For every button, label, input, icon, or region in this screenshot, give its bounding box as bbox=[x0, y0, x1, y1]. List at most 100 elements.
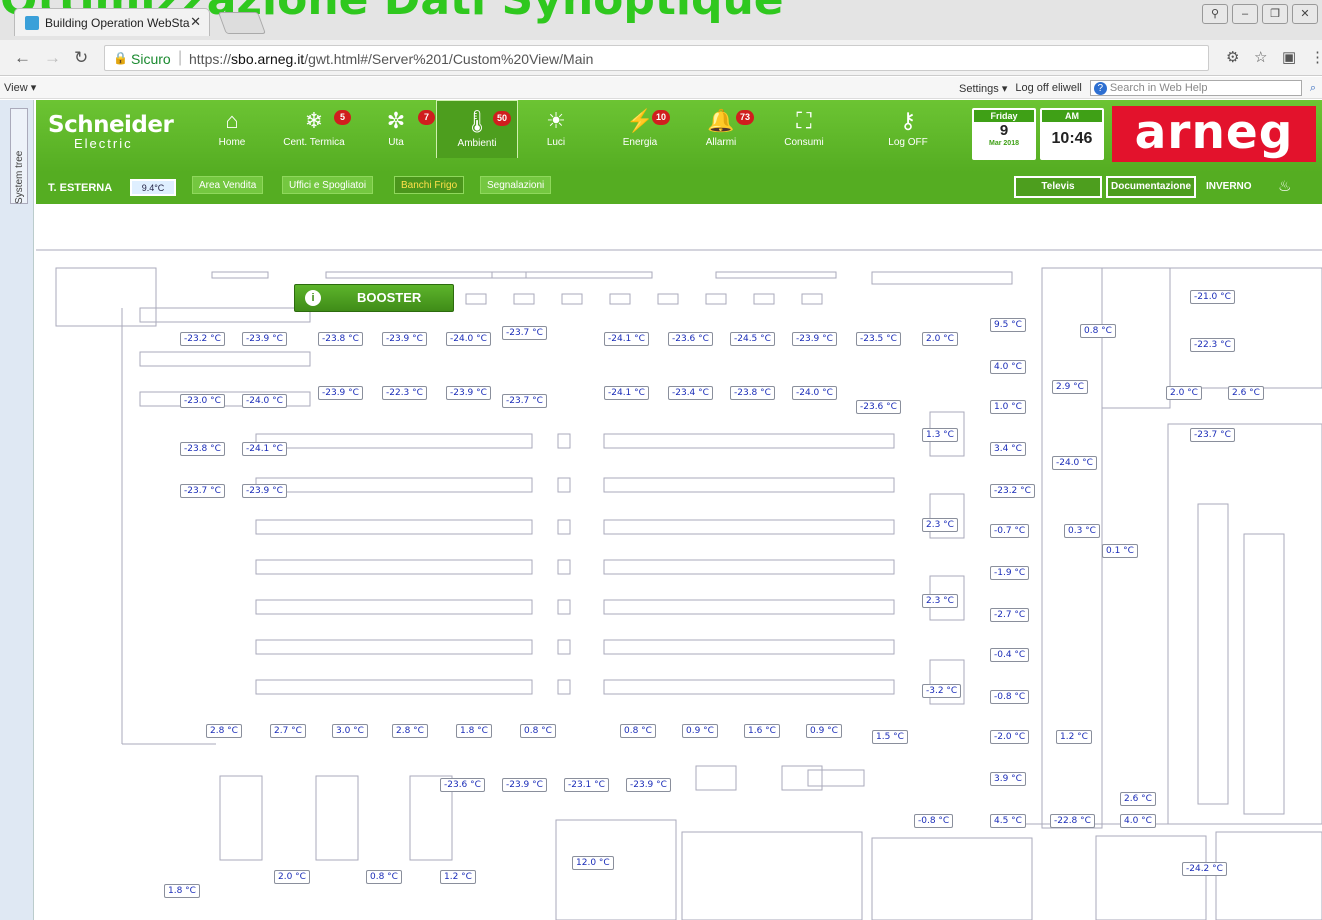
bookmark-star-icon[interactable]: ☆ bbox=[1254, 48, 1267, 66]
temperature-label[interactable]: 2.0 °C bbox=[1166, 386, 1202, 400]
temperature-label[interactable]: 1.2 °C bbox=[440, 870, 476, 884]
temperature-label[interactable]: -23.9 °C bbox=[502, 778, 547, 792]
temperature-label[interactable]: -23.0 °C bbox=[180, 394, 225, 408]
settings-menu[interactable]: Settings ▾ bbox=[959, 82, 1007, 95]
temperature-label[interactable]: -2.7 °C bbox=[990, 608, 1030, 622]
search-icon[interactable]: ⌕ bbox=[1310, 82, 1316, 95]
nav-log-off[interactable]: ⚷ Log OFF bbox=[878, 100, 938, 158]
temperature-label[interactable]: -23.8 °C bbox=[180, 442, 225, 456]
temperature-label[interactable]: -22.8 °C bbox=[1050, 814, 1095, 828]
temperature-label[interactable]: -23.6 °C bbox=[440, 778, 485, 792]
temperature-label[interactable]: -0.8 °C bbox=[914, 814, 954, 828]
logoff-link[interactable]: Log off eliwell bbox=[1015, 82, 1081, 94]
temperature-label[interactable]: 2.6 °C bbox=[1120, 792, 1156, 806]
close-tab-icon[interactable]: ✕ bbox=[190, 14, 201, 30]
temperature-label[interactable]: -23.4 °C bbox=[668, 386, 713, 400]
temperature-label[interactable]: -24.1 °C bbox=[242, 442, 287, 456]
temperature-label[interactable]: 2.3 °C bbox=[922, 518, 958, 532]
nav-cent-termica[interactable]: ❄ Cent. Termica 5 bbox=[274, 100, 354, 158]
temperature-label[interactable]: 2.8 °C bbox=[392, 724, 428, 738]
temperature-label[interactable]: 0.9 °C bbox=[682, 724, 718, 738]
site-info-icon[interactable]: ⚙ bbox=[1226, 48, 1239, 66]
temperature-label[interactable]: 12.0 °C bbox=[572, 856, 614, 870]
temperature-label[interactable]: -2.0 °C bbox=[990, 730, 1030, 744]
tab-segnalazioni[interactable]: Segnalazioni bbox=[480, 176, 552, 194]
temperature-label[interactable]: 3.9 °C bbox=[990, 772, 1026, 786]
close-window-icon[interactable]: ✕ bbox=[1292, 4, 1318, 24]
nav-allarmi[interactable]: 🔔 Allarmi 73 bbox=[696, 100, 755, 158]
temperature-label[interactable]: 4.0 °C bbox=[990, 360, 1026, 374]
nav-energia[interactable]: ⚡ Energia 10 bbox=[612, 100, 671, 158]
temperature-label[interactable]: -23.9 °C bbox=[792, 332, 837, 346]
temperature-label[interactable]: -24.1 °C bbox=[604, 332, 649, 346]
temperature-label[interactable]: -23.8 °C bbox=[318, 332, 363, 346]
nav-uta[interactable]: ✼ Uta 7 bbox=[376, 100, 435, 158]
temperature-label[interactable]: 2.7 °C bbox=[270, 724, 306, 738]
restore-window-icon[interactable]: ❐ bbox=[1262, 4, 1288, 24]
tab-uffici-spogliatoi[interactable]: Uffici e Spogliatoi bbox=[282, 176, 374, 194]
temperature-label[interactable]: -23.7 °C bbox=[502, 394, 547, 408]
temperature-label[interactable]: 1.0 °C bbox=[990, 400, 1026, 414]
temperature-label[interactable]: 0.8 °C bbox=[1080, 324, 1116, 338]
temperature-label[interactable]: 1.6 °C bbox=[744, 724, 780, 738]
temperature-label[interactable]: 1.5 °C bbox=[872, 730, 908, 744]
temperature-label[interactable]: 9.5 °C bbox=[990, 318, 1026, 332]
temperature-label[interactable]: -22.3 °C bbox=[1190, 338, 1235, 352]
temperature-label[interactable]: 1.8 °C bbox=[456, 724, 492, 738]
temperature-label[interactable]: -24.0 °C bbox=[792, 386, 837, 400]
reload-icon[interactable]: ↻ bbox=[74, 48, 88, 68]
temperature-label[interactable]: -23.2 °C bbox=[990, 484, 1035, 498]
temperature-label[interactable]: 0.3 °C bbox=[1064, 524, 1100, 538]
temperature-label[interactable]: -23.1 °C bbox=[564, 778, 609, 792]
temperature-label[interactable]: -24.2 °C bbox=[1182, 862, 1227, 876]
temperature-label[interactable]: 0.8 °C bbox=[620, 724, 656, 738]
temperature-label[interactable]: 0.8 °C bbox=[520, 724, 556, 738]
temperature-label[interactable]: 2.6 °C bbox=[1228, 386, 1264, 400]
temperature-label[interactable]: 1.3 °C bbox=[922, 428, 958, 442]
nav-home[interactable]: ⌂ Home bbox=[212, 100, 252, 158]
temperature-label[interactable]: -24.1 °C bbox=[604, 386, 649, 400]
temperature-label[interactable]: 3.0 °C bbox=[332, 724, 368, 738]
temperature-label[interactable]: 2.0 °C bbox=[274, 870, 310, 884]
temperature-label[interactable]: -23.6 °C bbox=[668, 332, 713, 346]
nav-consumi[interactable]: ⛶ Consumi bbox=[776, 100, 832, 158]
user-profile-icon[interactable]: ⚲ bbox=[1202, 4, 1228, 24]
temperature-label[interactable]: -23.7 °C bbox=[180, 484, 225, 498]
menu-dots-icon[interactable]: ⋮ bbox=[1310, 48, 1322, 66]
temperature-label[interactable]: -3.2 °C bbox=[922, 684, 962, 698]
help-search-input[interactable]: ? Search in Web Help bbox=[1089, 80, 1302, 96]
temperature-label[interactable]: 0.1 °C bbox=[1102, 544, 1138, 558]
tab-banchi-frigo[interactable]: Banchi Frigo bbox=[394, 176, 465, 194]
temperature-label[interactable]: -0.8 °C bbox=[990, 690, 1030, 704]
temperature-label[interactable]: -0.4 °C bbox=[990, 648, 1030, 662]
back-arrow-icon[interactable]: ← bbox=[14, 48, 31, 68]
minimize-window-icon[interactable]: – bbox=[1232, 4, 1258, 24]
temperature-label[interactable]: -23.9 °C bbox=[242, 332, 287, 346]
temperature-label[interactable]: 2.9 °C bbox=[1052, 380, 1088, 394]
temperature-label[interactable]: -0.7 °C bbox=[990, 524, 1030, 538]
temperature-label[interactable]: -23.8 °C bbox=[730, 386, 775, 400]
view-menu[interactable]: View ▾ bbox=[4, 81, 36, 94]
temperature-label[interactable]: -23.9 °C bbox=[242, 484, 287, 498]
temperature-label[interactable]: 3.4 °C bbox=[990, 442, 1026, 456]
tab-area-vendita[interactable]: Area Vendita bbox=[192, 176, 264, 194]
temperature-label[interactable]: -22.3 °C bbox=[382, 386, 427, 400]
url-field[interactable]: 🔒 Sicuro | https://sbo.arneg.it/gwt.html… bbox=[104, 45, 1209, 71]
temperature-label[interactable]: -23.7 °C bbox=[502, 326, 547, 340]
temperature-label[interactable]: -24.0 °C bbox=[1052, 456, 1097, 470]
temperature-label[interactable]: -23.6 °C bbox=[856, 400, 901, 414]
temperature-label[interactable]: 2.0 °C bbox=[922, 332, 958, 346]
temperature-label[interactable]: -1.9 °C bbox=[990, 566, 1030, 580]
temperature-label[interactable]: 0.9 °C bbox=[806, 724, 842, 738]
temperature-label[interactable]: 1.8 °C bbox=[164, 884, 200, 898]
temperature-label[interactable]: 1.2 °C bbox=[1056, 730, 1092, 744]
temperature-label[interactable]: -24.0 °C bbox=[446, 332, 491, 346]
temperature-label[interactable]: 0.8 °C bbox=[366, 870, 402, 884]
temperature-label[interactable]: -23.9 °C bbox=[318, 386, 363, 400]
temperature-label[interactable]: 4.0 °C bbox=[1120, 814, 1156, 828]
nav-luci[interactable]: ☀ Luci bbox=[536, 100, 576, 158]
temperature-label[interactable]: -23.9 °C bbox=[382, 332, 427, 346]
temperature-label[interactable]: -24.5 °C bbox=[730, 332, 775, 346]
temperature-label[interactable]: -23.5 °C bbox=[856, 332, 901, 346]
forward-arrow-icon[interactable]: → bbox=[44, 48, 61, 68]
